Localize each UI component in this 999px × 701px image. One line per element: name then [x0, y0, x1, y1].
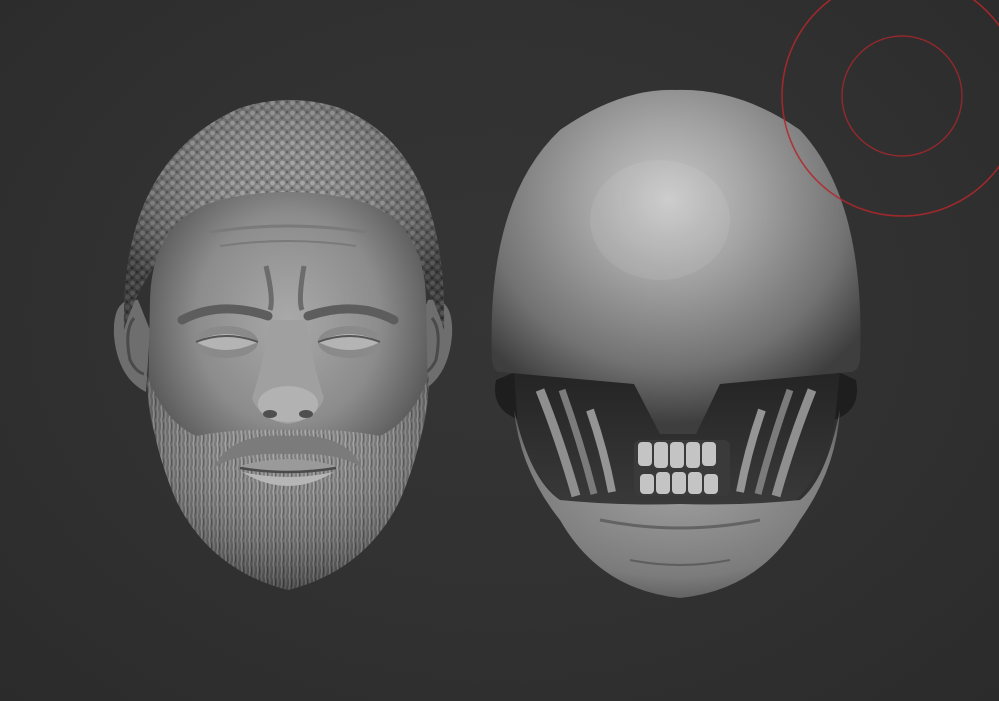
- teeth: [634, 440, 730, 496]
- human-head-sculpt[interactable]: [113, 100, 453, 590]
- scene-canvas: [113, 0, 999, 598]
- left-eye: [194, 326, 259, 358]
- right-eye: [317, 326, 382, 358]
- zbrush-viewport[interactable]: [0, 0, 999, 701]
- left-ear: [113, 299, 150, 392]
